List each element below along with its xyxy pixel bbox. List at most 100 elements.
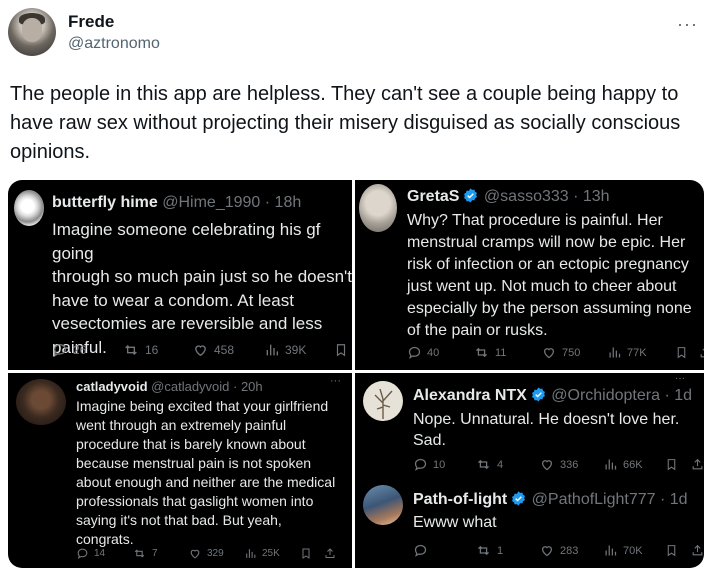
author-handle[interactable]: @aztronomo	[68, 35, 160, 53]
reply-action: 26	[52, 342, 122, 358]
tweet-author: butterfly hime @Hime_1990 · 18h	[52, 194, 302, 211]
repost-action: 1	[475, 543, 539, 558]
like-action: 336	[539, 457, 603, 472]
views-icon	[605, 459, 617, 470]
reply-icon	[53, 343, 67, 357]
reply-icon	[414, 458, 427, 471]
tweet-body: Imagine being excited that your girlfrie…	[76, 398, 336, 547]
like-action: 750	[541, 345, 607, 360]
tweet-avatar	[14, 190, 44, 226]
tweet-body: Why? That procedure is painful. Her mens…	[407, 212, 692, 339]
views-icon	[605, 545, 617, 556]
verified-icon	[464, 188, 478, 203]
reply-action	[413, 543, 475, 558]
tweet-body: Nope. Unnatural. He doesn't love her. Sa…	[413, 411, 680, 449]
tweet-meta: @Hime_1990 · 18h	[162, 194, 302, 211]
repost-icon	[478, 545, 489, 556]
tweet-meta: @catladyvoid · 20h	[151, 379, 263, 394]
share-action	[324, 547, 336, 560]
tweet-actions: 1 283 70K	[413, 543, 704, 558]
views-action: 66K	[603, 457, 665, 472]
tweet-author: GretaS @sasso333 · 13h	[407, 188, 610, 205]
screenshot-catladyvoid[interactable]: catladyvoid @catladyvoid · 20h ··· Imagi…	[8, 373, 352, 568]
tweet-avatar	[16, 379, 66, 425]
like-icon	[541, 546, 553, 557]
verified-icon	[512, 491, 526, 506]
bookmark-action	[665, 543, 691, 558]
bookmark-icon	[667, 459, 676, 471]
share-action	[691, 457, 704, 472]
views-icon	[609, 347, 621, 358]
tweet-author: Alexandra NTX @Orchidoptera · 1d	[413, 387, 693, 404]
tweet-actions: 40 11 750 77K	[407, 345, 704, 360]
tweet-body: Imagine someone celebrating his gf going…	[52, 220, 352, 357]
bookmark-action	[300, 547, 324, 560]
tweet-body: Ewww what	[413, 514, 497, 531]
repost-action: 11	[473, 345, 541, 360]
share-icon	[692, 458, 703, 470]
reply-icon	[77, 548, 88, 560]
tweet-author: catladyvoid @catladyvoid · 20h	[76, 379, 263, 394]
repost-icon	[478, 459, 489, 470]
author-avatar[interactable]	[8, 8, 56, 56]
bookmark-icon	[336, 344, 346, 357]
like-action: 283	[539, 543, 603, 558]
reply-icon	[414, 544, 427, 557]
like-action: 329	[188, 547, 244, 560]
post-text: The people in this app are helpless. The…	[10, 83, 681, 163]
bookmark-icon	[667, 545, 676, 557]
reply-action: 10	[413, 457, 475, 472]
tweet-meta: @PathofLight777 · 1d	[531, 491, 688, 508]
share-action	[699, 345, 704, 360]
tweet-more-icon: ···	[675, 373, 685, 384]
reply-action: 14	[76, 547, 132, 560]
views-action: 39K	[264, 342, 334, 358]
bookmark-icon	[677, 347, 686, 359]
reply-action: 40	[407, 345, 473, 360]
views-icon	[246, 549, 256, 558]
share-icon	[325, 548, 335, 558]
repost-icon	[134, 549, 145, 558]
bookmark-action	[334, 342, 348, 358]
views-icon	[266, 344, 278, 356]
post-header: Frede @aztronomo ···	[8, 8, 702, 64]
bookmark-action	[665, 457, 691, 472]
views-action: 70K	[603, 543, 665, 558]
views-action: 77K	[607, 345, 675, 360]
bookmark-icon	[302, 548, 310, 559]
share-icon	[700, 348, 704, 358]
repost-action: 16	[122, 342, 192, 358]
like-icon	[543, 348, 555, 359]
repost-icon	[125, 345, 137, 355]
repost-action: 4	[475, 457, 539, 472]
tweet-actions: 26 16 458 39K	[52, 342, 348, 358]
tweet-avatar	[363, 381, 403, 421]
screenshot-gretas[interactable]: GretaS @sasso333 · 13h Why? That procedu…	[355, 180, 704, 370]
tweet-actions: 10 4 336 66K	[413, 457, 704, 472]
like-action: 458	[192, 342, 264, 358]
bookmark-action	[675, 345, 699, 360]
screenshot-replies[interactable]: Alexandra NTX @Orchidoptera · 1d ··· Nop…	[355, 373, 704, 568]
like-icon	[195, 345, 206, 357]
share-action	[691, 543, 704, 558]
tweet-author: Path-of-light @PathofLight777 · 1d	[413, 491, 688, 508]
tweet-avatar	[359, 184, 397, 232]
more-options-button[interactable]: ···	[677, 14, 698, 35]
screenshot-butterfly-hime[interactable]: butterfly hime @Hime_1990 · 18h Imagine …	[8, 180, 352, 370]
tweet-meta: @Orchidoptera · 1d	[551, 387, 693, 404]
like-icon	[541, 460, 553, 471]
author-display-name[interactable]: Frede	[68, 12, 114, 32]
tweet-more-icon: ···	[330, 375, 341, 387]
views-action: 25K	[244, 547, 300, 560]
tweet-meta: @sasso333 · 13h	[483, 188, 610, 205]
repost-icon	[476, 347, 487, 358]
verified-icon	[531, 387, 545, 402]
post-media-grid[interactable]: butterfly hime @Hime_1990 · 18h Imagine …	[8, 180, 704, 568]
like-icon	[190, 549, 200, 559]
reply-icon	[408, 346, 421, 359]
repost-action: 7	[132, 547, 188, 560]
avatar-face	[22, 18, 42, 42]
tweet-actions: 14 7 329 25K	[76, 547, 336, 560]
tweet-avatar	[363, 485, 403, 525]
share-icon	[692, 544, 703, 556]
